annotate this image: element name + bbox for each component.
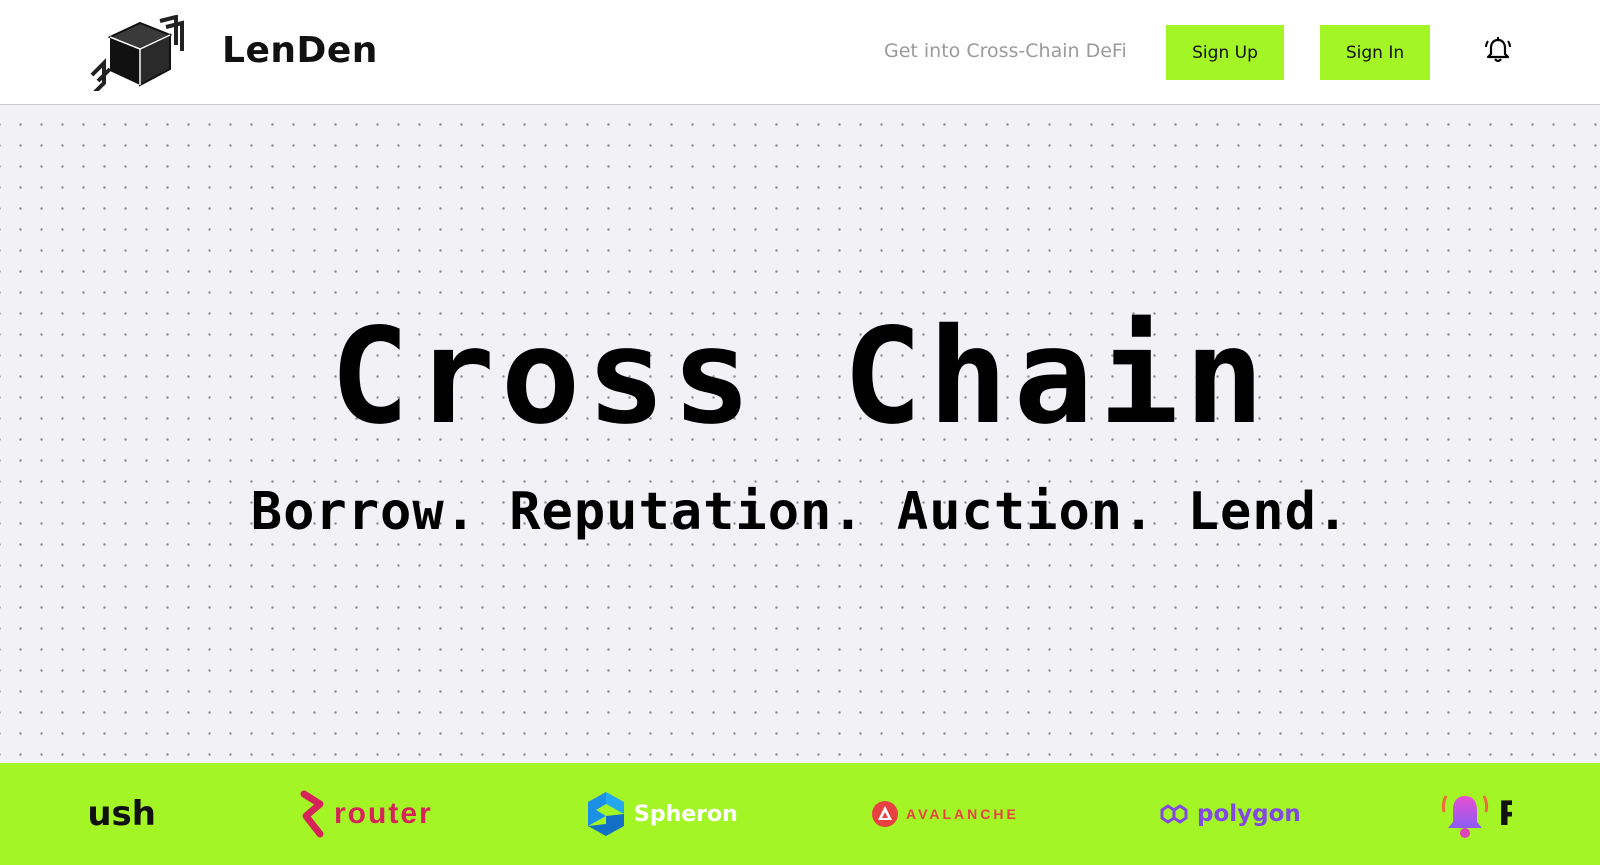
hero-title: Cross Chain — [329, 300, 1271, 454]
partner-polygon-logo[interactable]: polygon — [1159, 763, 1301, 865]
brand-name[interactable]: LenDen — [222, 30, 378, 71]
partner-spheron-logo[interactable]: Spheron — [586, 763, 738, 865]
partner-spheron-label: Spheron — [634, 801, 738, 827]
cube-logo-icon[interactable] — [90, 15, 186, 91]
partner-avalanche-logo[interactable]: AVALANCHE — [872, 763, 1019, 865]
partner-router-logo[interactable]: router — [300, 763, 433, 865]
avalanche-icon — [872, 801, 898, 827]
sign-in-button[interactable]: Sign In — [1320, 25, 1430, 80]
polygon-icon — [1160, 804, 1188, 824]
partner-push-logo[interactable]: ush — [86, 763, 156, 865]
hero-section: Cross Chain Borrow. Reputation. Auction.… — [0, 106, 1600, 763]
hero-subtitle: Borrow. Reputation. Auction. Lend. — [250, 482, 1350, 542]
tagline-link[interactable]: Get into Cross-Chain DeFi — [884, 40, 1127, 62]
partner-push-label-2: P — [1498, 794, 1512, 834]
top-navbar: LenDen Get into Cross-Chain DeFi Sign Up… — [0, 0, 1600, 105]
sign-up-button[interactable]: Sign Up — [1166, 25, 1284, 80]
partner-logo-strip: ush router Spheron AVALANCHE polygon P — [0, 763, 1600, 865]
spheron-icon — [588, 792, 624, 836]
landing-page: LenDen Get into Cross-Chain DeFi Sign Up… — [0, 0, 1600, 865]
partner-avalanche-label: AVALANCHE — [906, 806, 1019, 822]
partner-push-logo-2[interactable]: P — [1440, 763, 1512, 865]
partner-polygon-label: polygon — [1197, 801, 1301, 827]
push-bell-icon — [1441, 795, 1489, 838]
partner-router-label: router — [334, 797, 433, 830]
router-icon — [300, 790, 324, 838]
partner-push-label: ush — [87, 794, 156, 834]
bell-ringing-icon[interactable] — [1483, 35, 1513, 65]
